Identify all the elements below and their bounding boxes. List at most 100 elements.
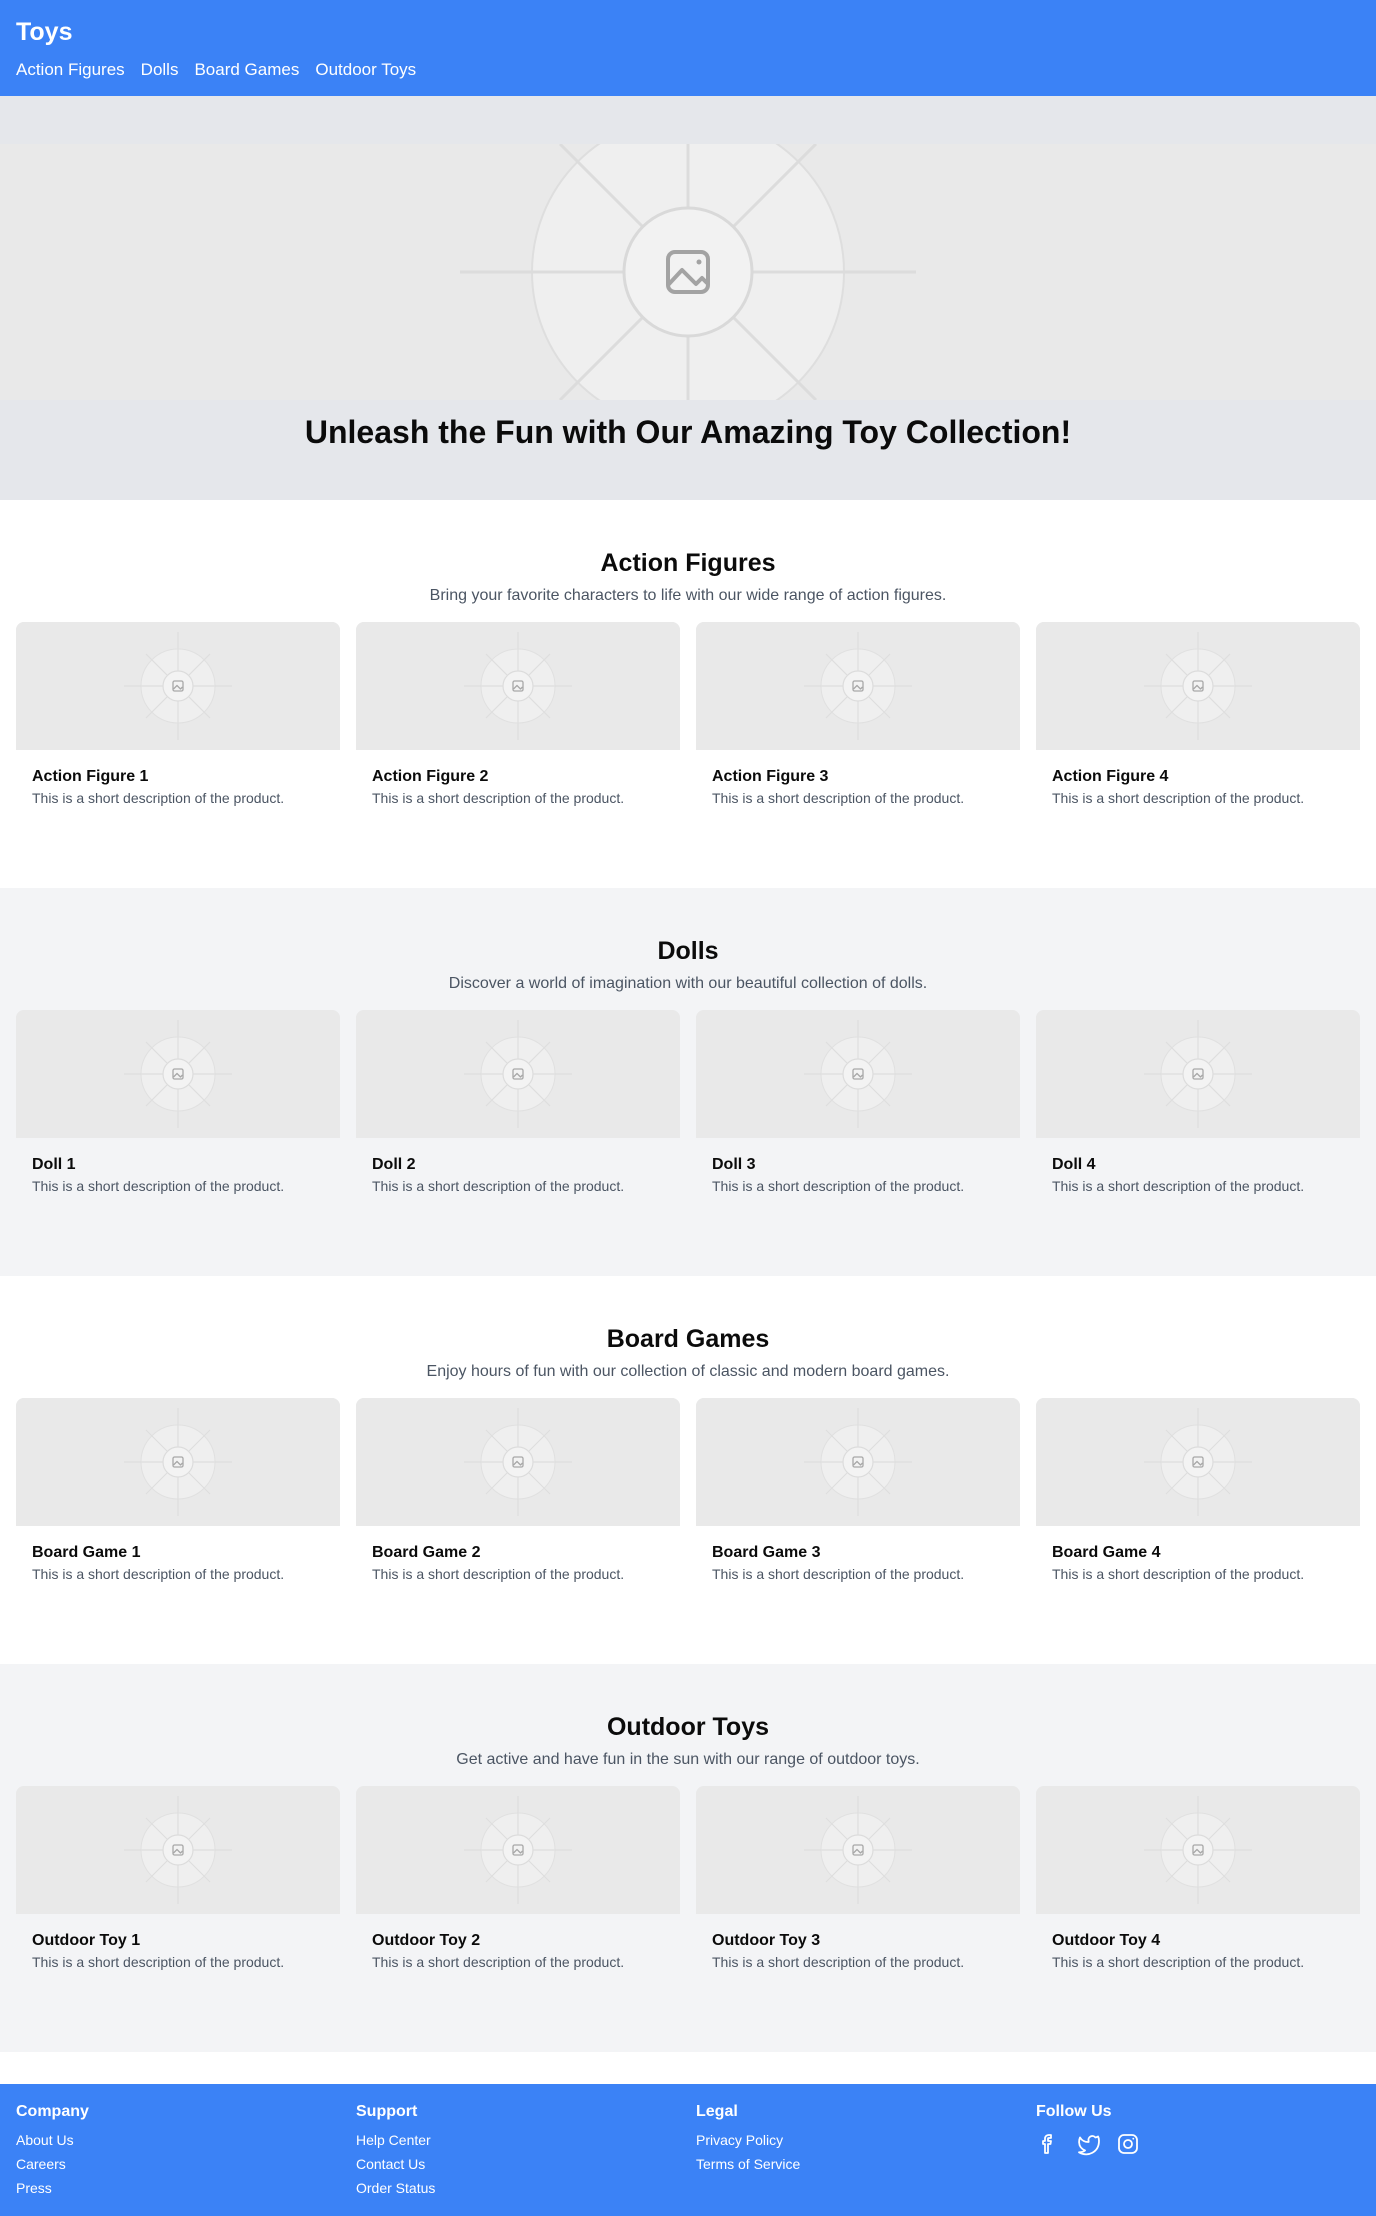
product-image bbox=[1036, 1786, 1360, 1914]
category-title: Action Figures bbox=[600, 549, 776, 577]
category-title: Board Games bbox=[606, 1325, 770, 1353]
image-placeholder-icon bbox=[16, 1010, 340, 1138]
product-card[interactable]: Board Game 4 This is a short description… bbox=[1036, 1398, 1360, 1582]
product-card[interactable]: Doll 4 This is a short description of th… bbox=[1036, 1010, 1360, 1194]
product-card[interactable]: Outdoor Toy 4 This is a short descriptio… bbox=[1036, 1786, 1360, 1970]
category-outdoor-toys: Outdoor Toys Get active and have fun in … bbox=[0, 1664, 1376, 2052]
image-placeholder-icon bbox=[356, 1010, 680, 1138]
product-card[interactable]: Outdoor Toy 3 This is a short descriptio… bbox=[696, 1786, 1020, 1970]
product-name: Board Game 1 bbox=[32, 1544, 141, 1561]
product-image bbox=[696, 1786, 1020, 1914]
product-image bbox=[1036, 622, 1360, 750]
image-placeholder-icon bbox=[1036, 1786, 1360, 1914]
product-description: This is a short description of the produ… bbox=[1052, 790, 1305, 806]
product-card[interactable]: Action Figure 2 This is a short descript… bbox=[356, 622, 680, 806]
category-dolls: Dolls Discover a world of imagination wi… bbox=[0, 888, 1376, 1276]
product-card[interactable]: Outdoor Toy 2 This is a short descriptio… bbox=[356, 1786, 680, 1970]
brand-title[interactable]: Toys bbox=[16, 18, 1360, 46]
footer-link-order-status[interactable]: Order Status bbox=[356, 2180, 680, 2197]
product-card[interactable]: Outdoor Toy 1 This is a short descriptio… bbox=[16, 1786, 340, 1970]
footer-column-company: Company About Us Careers Press bbox=[16, 2102, 340, 2216]
product-description: This is a short description of the produ… bbox=[32, 790, 285, 806]
product-image bbox=[696, 622, 1020, 750]
product-name: Doll 2 bbox=[372, 1156, 416, 1173]
main-nav: Action Figures Dolls Board Games Outdoor… bbox=[16, 60, 1360, 80]
product-description: This is a short description of the produ… bbox=[712, 1954, 965, 1970]
product-name: Action Figure 1 bbox=[32, 768, 149, 785]
product-image bbox=[16, 622, 340, 750]
site-header: Toys Action Figures Dolls Board Games Ou… bbox=[0, 0, 1376, 96]
nav-link-outdoor-toys[interactable]: Outdoor Toys bbox=[315, 60, 416, 80]
product-image bbox=[1036, 1010, 1360, 1138]
product-card[interactable]: Doll 3 This is a short description of th… bbox=[696, 1010, 1020, 1194]
image-placeholder-icon bbox=[696, 1398, 1020, 1526]
product-card[interactable]: Doll 2 This is a short description of th… bbox=[356, 1010, 680, 1194]
image-placeholder-icon bbox=[356, 1786, 680, 1914]
product-card[interactable]: Action Figure 4 This is a short descript… bbox=[1036, 622, 1360, 806]
product-image bbox=[356, 1010, 680, 1138]
product-name: Outdoor Toy 3 bbox=[712, 1932, 821, 1949]
product-image bbox=[356, 622, 680, 750]
image-placeholder-icon bbox=[0, 144, 1376, 400]
product-card[interactable]: Board Game 2 This is a short description… bbox=[356, 1398, 680, 1582]
footer-heading: Support bbox=[356, 2103, 418, 2120]
category-action-figures: Action Figures Bring your favorite chara… bbox=[0, 500, 1376, 888]
product-card[interactable]: Action Figure 3 This is a short descript… bbox=[696, 622, 1020, 806]
footer-column-support: Support Help Center Contact Us Order Sta… bbox=[356, 2102, 680, 2216]
category-title: Outdoor Toys bbox=[606, 1713, 770, 1741]
category-description: Get active and have fun in the sun with … bbox=[456, 1751, 920, 1768]
product-image bbox=[1036, 1398, 1360, 1526]
product-card[interactable]: Board Game 3 This is a short description… bbox=[696, 1398, 1020, 1582]
product-description: This is a short description of the produ… bbox=[712, 1178, 965, 1194]
footer-link-contact-us[interactable]: Contact Us bbox=[356, 2156, 680, 2173]
product-grid: Outdoor Toy 1 This is a short descriptio… bbox=[0, 1786, 1376, 1970]
product-description: This is a short description of the produ… bbox=[372, 1566, 625, 1582]
nav-link-action-figures[interactable]: Action Figures bbox=[16, 60, 125, 80]
product-description: This is a short description of the produ… bbox=[1052, 1566, 1305, 1582]
image-placeholder-icon bbox=[696, 1786, 1020, 1914]
image-placeholder-icon bbox=[1036, 1398, 1360, 1526]
social-links bbox=[1036, 2132, 1360, 2156]
footer-heading: Company bbox=[16, 2103, 89, 2120]
category-description: Bring your favorite characters to life w… bbox=[429, 587, 947, 604]
footer-link-terms-of-service[interactable]: Terms of Service bbox=[696, 2156, 1020, 2173]
product-image bbox=[16, 1786, 340, 1914]
footer-heading: Legal bbox=[696, 2103, 738, 2120]
image-placeholder-icon bbox=[16, 622, 340, 750]
category-description: Enjoy hours of fun with our collection o… bbox=[426, 1363, 950, 1380]
product-card[interactable]: Action Figure 1 This is a short descript… bbox=[16, 622, 340, 806]
footer-link-press[interactable]: Press bbox=[16, 2180, 340, 2197]
footer-link-about-us[interactable]: About Us bbox=[16, 2132, 340, 2149]
product-description: This is a short description of the produ… bbox=[32, 1178, 285, 1194]
product-name: Action Figure 3 bbox=[712, 768, 829, 785]
product-grid: Board Game 1 This is a short description… bbox=[0, 1398, 1376, 1582]
product-description: This is a short description of the produ… bbox=[712, 790, 965, 806]
category-description: Discover a world of imagination with our… bbox=[448, 975, 928, 992]
product-name: Action Figure 2 bbox=[372, 768, 489, 785]
section-spacer bbox=[0, 2052, 1376, 2084]
category-title: Dolls bbox=[657, 937, 719, 965]
footer-link-privacy-policy[interactable]: Privacy Policy bbox=[696, 2132, 1020, 2149]
footer-link-careers[interactable]: Careers bbox=[16, 2156, 340, 2173]
hero-title: Unleash the Fun with Our Amazing Toy Col… bbox=[304, 414, 1072, 450]
nav-link-board-games[interactable]: Board Games bbox=[194, 60, 299, 80]
footer-link-help-center[interactable]: Help Center bbox=[356, 2132, 680, 2149]
hero-section: Unleash the Fun with Our Amazing Toy Col… bbox=[0, 96, 1376, 500]
product-name: Doll 1 bbox=[32, 1156, 76, 1173]
product-description: This is a short description of the produ… bbox=[1052, 1178, 1305, 1194]
product-card[interactable]: Board Game 1 This is a short description… bbox=[16, 1398, 340, 1582]
nav-link-dolls[interactable]: Dolls bbox=[141, 60, 179, 80]
site-footer: Company About Us Careers Press Support H… bbox=[0, 2084, 1376, 2216]
instagram-icon[interactable] bbox=[1116, 2132, 1140, 2156]
product-image bbox=[696, 1398, 1020, 1526]
product-grid: Doll 1 This is a short description of th… bbox=[0, 1010, 1376, 1194]
image-placeholder-icon bbox=[16, 1786, 340, 1914]
twitter-icon[interactable] bbox=[1076, 2132, 1100, 2156]
product-grid: Action Figure 1 This is a short descript… bbox=[0, 622, 1376, 806]
footer-heading: Follow Us bbox=[1036, 2103, 1112, 2120]
facebook-icon[interactable] bbox=[1036, 2132, 1060, 2156]
product-description: This is a short description of the produ… bbox=[32, 1566, 285, 1582]
product-description: This is a short description of the produ… bbox=[372, 1178, 625, 1194]
product-card[interactable]: Doll 1 This is a short description of th… bbox=[16, 1010, 340, 1194]
footer-column-social: Follow Us bbox=[1036, 2102, 1360, 2216]
